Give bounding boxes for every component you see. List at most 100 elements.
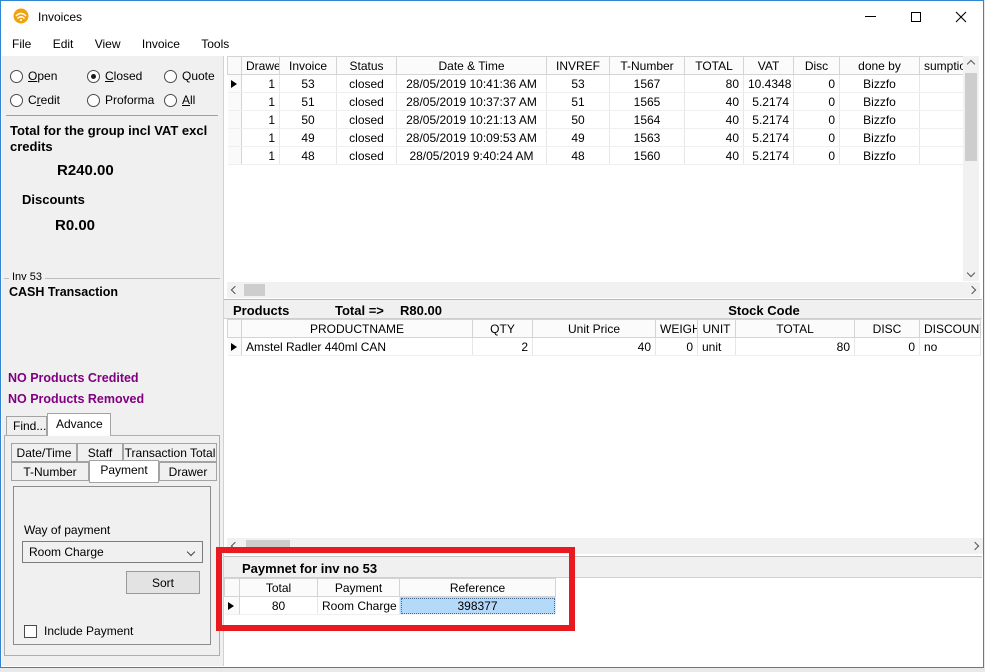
minimize-button[interactable] xyxy=(848,1,893,32)
col-doneby[interactable]: done by xyxy=(840,57,920,75)
cell-invref[interactable]: 53 xyxy=(547,75,610,93)
cell-disc[interactable]: 0 xyxy=(855,338,920,356)
cell-status[interactable]: closed xyxy=(337,93,397,111)
invoice-row[interactable]: 1 50 closed 28/05/2019 10:21:13 AM 50 15… xyxy=(228,111,968,129)
cell-doneby[interactable]: Bizzfo xyxy=(840,129,920,147)
cell-unit[interactable]: unit xyxy=(698,338,736,356)
cell-datetime[interactable]: 28/05/2019 9:40:24 AM xyxy=(397,147,547,165)
cell-datetime[interactable]: 28/05/2019 10:41:36 AM xyxy=(397,75,547,93)
invoice-horizontal-scrollbar[interactable] xyxy=(227,282,980,298)
subtab-datetime[interactable]: Date/Time xyxy=(11,443,77,462)
col-weight[interactable]: WEIGHT xyxy=(656,320,698,338)
col-discount[interactable]: DISCOUNT xyxy=(920,320,981,338)
close-button[interactable] xyxy=(938,1,983,32)
cell-invref[interactable]: 50 xyxy=(547,111,610,129)
cell-tnumber[interactable]: 1567 xyxy=(610,75,685,93)
cell-total[interactable]: 80 xyxy=(685,75,744,93)
col-unitprice[interactable]: Unit Price xyxy=(533,320,656,338)
col-total[interactable]: TOTAL xyxy=(685,57,744,75)
cell-invref[interactable]: 48 xyxy=(547,147,610,165)
cell-tnumber[interactable]: 1564 xyxy=(610,111,685,129)
cell-tnumber[interactable]: 1560 xyxy=(610,147,685,165)
cell-drawer[interactable]: 1 xyxy=(242,75,280,93)
cell-invoice[interactable]: 48 xyxy=(280,147,337,165)
cell-total[interactable]: 40 xyxy=(685,129,744,147)
cell-datetime[interactable]: 28/05/2019 10:21:13 AM xyxy=(397,111,547,129)
invoice-row[interactable]: 1 53 closed 28/05/2019 10:41:36 AM 53 15… xyxy=(228,75,968,93)
cell-invoice[interactable]: 53 xyxy=(280,75,337,93)
cell-unitprice[interactable]: 40 xyxy=(533,338,656,356)
cell-invoice[interactable]: 49 xyxy=(280,129,337,147)
cell-invref[interactable]: 49 xyxy=(547,129,610,147)
cell-doneby[interactable]: Bizzfo xyxy=(840,75,920,93)
tab-find[interactable]: Find... xyxy=(6,416,47,436)
cell-status[interactable]: closed xyxy=(337,129,397,147)
cell-vat[interactable]: 10.4348 xyxy=(744,75,794,93)
scroll-left-icon[interactable] xyxy=(227,282,243,298)
cell-doneby[interactable]: Bizzfo xyxy=(840,147,920,165)
radio-closed[interactable]: Closed xyxy=(87,69,142,83)
menu-view[interactable]: View xyxy=(86,32,130,56)
col-qty[interactable]: QTY xyxy=(473,320,533,338)
subtab-payment[interactable]: Payment xyxy=(89,460,159,483)
cell-drawer[interactable]: 1 xyxy=(242,111,280,129)
cell-doneby[interactable]: Bizzfo xyxy=(840,111,920,129)
cell-status[interactable]: closed xyxy=(337,75,397,93)
scrollbar-thumb[interactable] xyxy=(244,284,265,296)
cell-vat[interactable]: 5.2174 xyxy=(744,147,794,165)
scroll-right-icon[interactable] xyxy=(967,538,983,554)
cell-sumption[interactable] xyxy=(920,111,968,129)
radio-open[interactable]: Open xyxy=(10,69,57,83)
tab-advance[interactable]: Advance xyxy=(47,413,111,436)
cell-sumption[interactable] xyxy=(920,93,968,111)
cell-invoice[interactable]: 50 xyxy=(280,111,337,129)
scroll-right-icon[interactable] xyxy=(964,282,980,298)
cell-invref[interactable]: 51 xyxy=(547,93,610,111)
col-productname[interactable]: PRODUCTNAME xyxy=(242,320,473,338)
radio-quote[interactable]: Quote xyxy=(164,69,215,83)
col-drawer[interactable]: Drawer xyxy=(242,57,280,75)
cell-disc[interactable]: 0 xyxy=(794,147,840,165)
cell-drawer[interactable]: 1 xyxy=(242,93,280,111)
cell-datetime[interactable]: 28/05/2019 10:09:53 AM xyxy=(397,129,547,147)
cell-total[interactable]: 80 xyxy=(736,338,855,356)
invoice-row[interactable]: 1 48 closed 28/05/2019 9:40:24 AM 48 156… xyxy=(228,147,968,165)
menu-invoice[interactable]: Invoice xyxy=(133,32,189,56)
sort-button[interactable]: Sort xyxy=(126,571,200,594)
cell-vat[interactable]: 5.2174 xyxy=(744,111,794,129)
cell-drawer[interactable]: 1 xyxy=(242,129,280,147)
col-tnumber[interactable]: T-Number xyxy=(610,57,685,75)
cell-invoice[interactable]: 51 xyxy=(280,93,337,111)
col-disc[interactable]: DISC xyxy=(855,320,920,338)
cell-status[interactable]: closed xyxy=(337,111,397,129)
cell-total[interactable]: 40 xyxy=(685,147,744,165)
cell-productname[interactable]: Amstel Radler 440ml CAN xyxy=(242,338,473,356)
col-invoice[interactable]: Invoice xyxy=(280,57,337,75)
include-payment-checkbox[interactable] xyxy=(24,625,37,638)
cell-sumption[interactable] xyxy=(920,147,968,165)
product-row[interactable]: Amstel Radler 440ml CAN 2 40 0 unit 80 0… xyxy=(228,338,981,356)
scroll-down-icon[interactable] xyxy=(963,265,979,281)
invoice-row[interactable]: 1 49 closed 28/05/2019 10:09:53 AM 49 15… xyxy=(228,129,968,147)
cell-tnumber[interactable]: 1563 xyxy=(610,129,685,147)
cell-discount[interactable]: no xyxy=(920,338,981,356)
radio-proforma[interactable]: Proforma xyxy=(87,93,154,107)
cell-total[interactable]: 40 xyxy=(685,93,744,111)
cell-total[interactable]: 40 xyxy=(685,111,744,129)
cell-vat[interactable]: 5.2174 xyxy=(744,129,794,147)
radio-all[interactable]: All xyxy=(164,93,195,107)
col-disc[interactable]: Disc xyxy=(794,57,840,75)
col-vat[interactable]: VAT xyxy=(744,57,794,75)
cell-datetime[interactable]: 28/05/2019 10:37:37 AM xyxy=(397,93,547,111)
col-invref[interactable]: INVREF xyxy=(547,57,610,75)
cell-weight[interactable]: 0 xyxy=(656,338,698,356)
cell-drawer[interactable]: 1 xyxy=(242,147,280,165)
col-status[interactable]: Status xyxy=(337,57,397,75)
subtab-drawer[interactable]: Drawer xyxy=(159,462,217,481)
maximize-button[interactable] xyxy=(893,1,938,32)
cell-doneby[interactable]: Bizzfo xyxy=(840,93,920,111)
cell-sumption[interactable] xyxy=(920,129,968,147)
cell-vat[interactable]: 5.2174 xyxy=(744,93,794,111)
radio-credit[interactable]: Credit xyxy=(10,93,60,107)
way-of-payment-select[interactable]: Room Charge xyxy=(22,541,203,563)
